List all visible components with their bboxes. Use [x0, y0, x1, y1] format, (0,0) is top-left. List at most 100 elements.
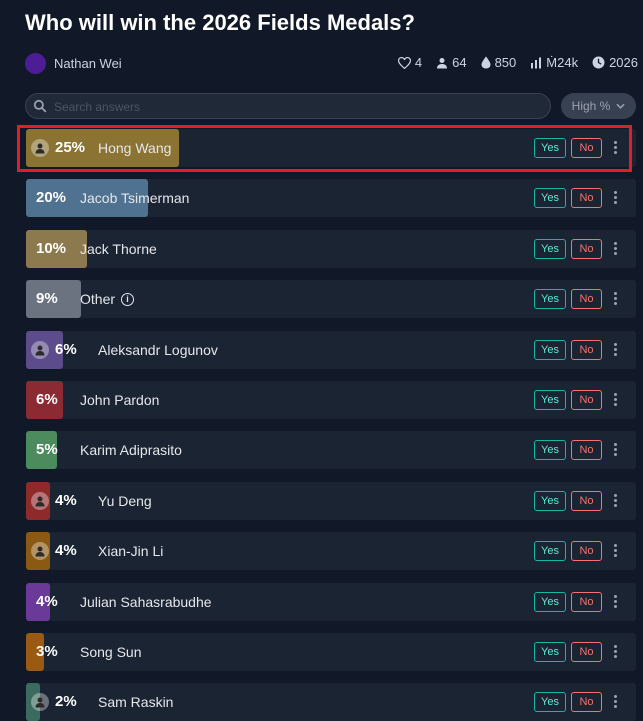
- no-button[interactable]: No: [571, 541, 602, 562]
- search-input[interactable]: [52, 97, 536, 117]
- yes-button[interactable]: Yes: [534, 289, 566, 310]
- answer-label: Sam Raskin: [98, 694, 174, 711]
- author-avatar[interactable]: [25, 53, 46, 74]
- yes-button[interactable]: Yes: [534, 541, 566, 562]
- yes-button[interactable]: Yes: [534, 390, 566, 410]
- sort-label: High %: [571, 99, 611, 113]
- answer-row[interactable]: 4% Julian Sahasrabudhe Yes No: [26, 582, 636, 621]
- more-options-icon[interactable]: [610, 290, 620, 308]
- answer-row[interactable]: 6% Aleksandr Logunov Yes No: [26, 330, 636, 369]
- close-year: 2026: [609, 55, 638, 70]
- answer-label: Karim Adiprasito: [80, 442, 182, 459]
- answer-name: Yu Deng: [98, 493, 152, 509]
- info-icon[interactable]: i: [121, 292, 135, 306]
- answer-row[interactable]: 4% Xian-Jin Li Yes No: [26, 532, 636, 571]
- author-name[interactable]: Nathan Wei: [54, 56, 122, 71]
- bar-chart-icon: [531, 57, 542, 68]
- search-bar[interactable]: [25, 93, 551, 119]
- answer-row[interactable]: 6% John Pardon Yes No: [26, 381, 636, 419]
- answer-row[interactable]: 10% Jack Thorne Yes No: [26, 229, 636, 268]
- traders-count: 64: [452, 55, 467, 70]
- chevron-down-icon: [616, 103, 625, 109]
- yes-button[interactable]: Yes: [534, 238, 566, 259]
- answer-probability: 6%: [36, 391, 58, 408]
- sort-dropdown[interactable]: High %: [561, 93, 636, 119]
- yes-button[interactable]: Yes: [534, 591, 566, 612]
- answer-row[interactable]: 20% Jacob Tsimerman Yes No: [26, 179, 636, 218]
- answer-probability: 10%: [36, 239, 67, 257]
- more-options-icon[interactable]: [610, 341, 620, 359]
- answer-row[interactable]: 4% Yu Deng Yes No: [26, 481, 636, 520]
- yes-button[interactable]: Yes: [534, 339, 566, 360]
- more-options-icon[interactable]: [610, 391, 620, 409]
- close-date-stat: 2026: [592, 55, 638, 70]
- no-button[interactable]: No: [571, 390, 602, 410]
- answer-label: Hong Wang: [98, 140, 172, 156]
- more-options-icon[interactable]: [610, 492, 620, 510]
- no-button[interactable]: No: [571, 440, 602, 461]
- more-options-icon[interactable]: [610, 542, 620, 560]
- answer-probability: 25%: [55, 139, 86, 156]
- no-button[interactable]: No: [571, 642, 602, 662]
- yes-button[interactable]: Yes: [534, 188, 566, 209]
- more-options-icon[interactable]: [610, 643, 620, 661]
- answer-probability: 4%: [36, 592, 58, 610]
- answer-name: Jack Thorne: [80, 241, 157, 257]
- answer-probability: 9%: [36, 290, 58, 308]
- answer-row[interactable]: 9% Other i Yes No: [26, 280, 636, 319]
- no-button[interactable]: No: [571, 289, 602, 310]
- user-icon: [437, 57, 448, 68]
- yes-button[interactable]: Yes: [534, 440, 566, 461]
- answer-probability: 4%: [55, 491, 77, 509]
- answer-label: Aleksandr Logunov: [98, 341, 218, 358]
- more-options-icon[interactable]: [610, 441, 620, 459]
- avatar-icon: [31, 139, 49, 157]
- yes-button[interactable]: Yes: [534, 642, 566, 662]
- answer-row[interactable]: 3% Song Sun Yes No: [26, 633, 636, 671]
- answer-name: Jacob Tsimerman: [80, 190, 189, 206]
- likes-count: 4: [414, 55, 423, 70]
- answer-name: Hong Wang: [98, 140, 171, 156]
- answer-label: Xian-Jin Li: [98, 543, 164, 560]
- yes-button[interactable]: Yes: [534, 692, 566, 713]
- answer-label: Song Sun: [80, 644, 142, 660]
- no-button[interactable]: No: [571, 138, 602, 158]
- answer-row[interactable]: 25% Hong Wang Yes No: [26, 129, 636, 167]
- no-button[interactable]: No: [571, 188, 602, 209]
- answer-name: John Pardon: [80, 392, 159, 408]
- answer-probability: 6%: [55, 340, 77, 358]
- answer-name: Xian-Jin Li: [98, 543, 163, 559]
- more-options-icon[interactable]: [610, 240, 620, 258]
- no-button[interactable]: No: [571, 692, 602, 713]
- volume-stat: Ṁ24k: [530, 55, 578, 70]
- answer-label: Jacob Tsimerman: [80, 190, 190, 207]
- more-options-icon[interactable]: [610, 139, 620, 157]
- answer-probability: 5%: [36, 441, 58, 459]
- no-button[interactable]: No: [571, 238, 602, 259]
- more-options-icon[interactable]: [610, 593, 620, 611]
- more-options-icon[interactable]: [610, 189, 620, 207]
- answer-name: Karim Adiprasito: [80, 442, 182, 458]
- answer-row[interactable]: 2% Sam Raskin Yes No: [26, 683, 636, 721]
- answer-label: Yu Deng: [98, 492, 152, 509]
- answer-label: Jack Thorne: [80, 240, 157, 257]
- market-meta: Nathan Wei 4 64 850 Ṁ24k 2026: [25, 52, 640, 76]
- answer-label: Julian Sahasrabudhe: [80, 593, 212, 610]
- more-options-icon[interactable]: [610, 693, 620, 711]
- answer-name: Other i: [80, 291, 135, 308]
- avatar-icon: [31, 491, 49, 510]
- yes-button[interactable]: Yes: [534, 490, 566, 511]
- answer-name: Sam Raskin: [98, 694, 173, 710]
- traders-stat: 64: [436, 55, 467, 70]
- no-button[interactable]: No: [571, 490, 602, 511]
- answer-row[interactable]: 5% Karim Adiprasito Yes No: [26, 431, 636, 470]
- no-button[interactable]: No: [571, 339, 602, 360]
- answer-label: Other: [80, 291, 116, 308]
- answer-name: Julian Sahasrabudhe: [80, 594, 212, 610]
- no-button[interactable]: No: [571, 591, 602, 612]
- answer-probability: 3%: [36, 643, 58, 660]
- answer-probability: 4%: [55, 542, 77, 560]
- likes-stat[interactable]: 4: [397, 55, 423, 70]
- answer-name: Song Sun: [80, 644, 142, 660]
- yes-button[interactable]: Yes: [534, 138, 566, 158]
